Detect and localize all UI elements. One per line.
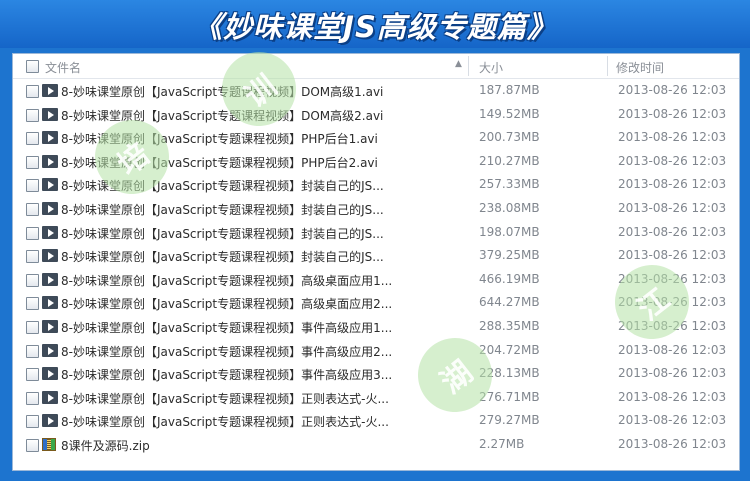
file-type-icon bbox=[42, 367, 58, 381]
row-checkbox[interactable] bbox=[26, 132, 39, 146]
file-name[interactable]: 8-妙味课堂原创【JavaScript专题课程视频】事件高级应用1... bbox=[61, 319, 392, 336]
file-modified-date: 2013-08-26 12:03 bbox=[618, 153, 727, 168]
file-row[interactable]: 8课件及源码.zip 2.27MB 2013-08-26 12:03 bbox=[13, 433, 739, 457]
file-type-icon bbox=[42, 84, 58, 97]
file-type-icon bbox=[42, 202, 58, 215]
file-name[interactable]: 8-妙味课堂原创【JavaScript专题课程视频】正则表达式-火... bbox=[61, 413, 389, 430]
file-name[interactable]: 8-妙味课堂原创【JavaScript专题课程视频】事件高级应用2... bbox=[61, 343, 392, 360]
column-divider[interactable] bbox=[468, 56, 469, 76]
file-name[interactable]: 8-妙味课堂原创【JavaScript专题课程视频】封装自己的JS... bbox=[61, 225, 384, 242]
file-size: 279.27MB bbox=[479, 413, 540, 428]
file-modified-date: 2013-08-26 12:03 bbox=[618, 413, 727, 428]
row-checkbox[interactable] bbox=[26, 273, 39, 287]
file-size: 466.19MB bbox=[479, 271, 540, 286]
file-list-panel: 文件名 ▲ 大小 修改时间 8-妙味课堂原创【JavaScript专题课程视频】… bbox=[12, 53, 740, 471]
file-modified-date: 2013-08-26 12:03 bbox=[618, 366, 727, 381]
file-modified-date: 2013-08-26 12:03 bbox=[618, 224, 727, 239]
file-size: 257.33MB bbox=[479, 177, 540, 192]
column-header-size[interactable]: 大小 bbox=[479, 59, 503, 76]
file-type-icon bbox=[42, 249, 58, 263]
file-type-icon bbox=[42, 107, 58, 121]
file-row[interactable]: 8-妙味课堂原创【JavaScript专题课程视频】DOM高级1.avi187.… bbox=[13, 79, 739, 103]
sort-arrow-up-icon[interactable]: ▲ bbox=[455, 59, 462, 69]
file-size: 187.87MB bbox=[479, 83, 540, 97]
file-name[interactable]: 8-妙味课堂原创【JavaScript专题课程视频】高级桌面应用1... bbox=[61, 272, 392, 289]
file-row[interactable]: 8-妙味课堂原创【JavaScript专题课程视频】正则表达式-火... 279.… bbox=[13, 409, 739, 433]
row-checkbox[interactable] bbox=[26, 226, 39, 240]
file-type-icon bbox=[42, 343, 58, 357]
file-size: 210.27MB bbox=[479, 153, 540, 168]
file-size: 2.27MB bbox=[479, 437, 525, 451]
file-type-icon bbox=[42, 390, 58, 404]
file-name[interactable]: 8-妙味课堂原创【JavaScript专题课程视频】DOM高级2.avi bbox=[61, 107, 383, 124]
file-type-icon bbox=[42, 178, 58, 192]
file-type-icon bbox=[42, 272, 58, 286]
file-modified-date: 2013-08-26 12:03 bbox=[618, 83, 727, 97]
select-all-checkbox[interactable] bbox=[26, 60, 39, 73]
row-checkbox[interactable] bbox=[26, 344, 39, 358]
file-name[interactable]: 8-妙味课堂原创【JavaScript专题课程视频】正则表达式-火... bbox=[61, 390, 389, 407]
file-modified-date: 2013-08-26 12:03 bbox=[618, 106, 727, 121]
file-size: 149.52MB bbox=[479, 106, 540, 121]
row-checkbox[interactable] bbox=[26, 391, 39, 405]
file-row[interactable]: 8-妙味课堂原创【JavaScript专题课程视频】封装自己的JS... 198.… bbox=[13, 221, 739, 245]
banner-title: 《妙味课堂JS高级专题篇》 bbox=[193, 10, 557, 44]
file-size: 238.08MB bbox=[479, 201, 540, 215]
file-name[interactable]: 8-妙味课堂原创【JavaScript专题课程视频】封装自己的JS... bbox=[61, 201, 384, 218]
title-banner: 《妙味课堂JS高级专题篇》 bbox=[0, 0, 750, 48]
file-type-icon bbox=[42, 131, 58, 145]
column-header-modified[interactable]: 修改时间 bbox=[616, 59, 664, 76]
file-name[interactable]: 8课件及源码.zip bbox=[61, 437, 150, 454]
column-divider[interactable] bbox=[607, 56, 608, 76]
file-type-icon bbox=[42, 414, 58, 428]
file-type-icon bbox=[42, 154, 58, 168]
file-size: 644.27MB bbox=[479, 295, 540, 310]
row-checkbox[interactable] bbox=[26, 85, 39, 98]
row-checkbox[interactable] bbox=[26, 368, 39, 382]
file-row[interactable]: 8-妙味课堂原创【JavaScript专题课程视频】事件高级应用3... 228.… bbox=[13, 362, 739, 386]
file-type-icon bbox=[42, 225, 58, 239]
file-modified-date: 2013-08-26 12:03 bbox=[618, 437, 727, 451]
file-name[interactable]: 8-妙味课堂原创【JavaScript专题课程视频】事件高级应用3... bbox=[61, 366, 392, 383]
file-type-icon bbox=[42, 438, 56, 451]
file-name[interactable]: 8-妙味课堂原创【JavaScript专题课程视频】高级桌面应用2... bbox=[61, 295, 392, 312]
row-checkbox[interactable] bbox=[26, 297, 39, 311]
file-name[interactable]: 8-妙味课堂原创【JavaScript专题课程视频】封装自己的JS... bbox=[61, 248, 384, 265]
row-checkbox[interactable] bbox=[26, 321, 39, 334]
file-modified-date: 2013-08-26 12:03 bbox=[618, 130, 727, 145]
row-checkbox[interactable] bbox=[26, 250, 39, 264]
file-row[interactable]: 8-妙味课堂原创【JavaScript专题课程视频】事件高级应用2... 204.… bbox=[13, 339, 739, 363]
file-size: 379.25MB bbox=[479, 248, 540, 263]
row-checkbox[interactable] bbox=[26, 108, 39, 122]
file-modified-date: 2013-08-26 12:03 bbox=[618, 248, 727, 263]
row-checkbox[interactable] bbox=[26, 415, 39, 429]
file-modified-date: 2013-08-26 12:03 bbox=[618, 177, 727, 192]
file-type-icon bbox=[42, 320, 58, 333]
column-header-row: 文件名 ▲ 大小 修改时间 bbox=[13, 54, 739, 79]
file-type-icon bbox=[42, 296, 58, 310]
file-row[interactable]: 8-妙味课堂原创【JavaScript专题课程视频】封装自己的JS... 379.… bbox=[13, 244, 739, 268]
file-row[interactable]: 8-妙味课堂原创【JavaScript专题课程视频】正则表达式-火... 276.… bbox=[13, 386, 739, 410]
row-checkbox[interactable] bbox=[26, 203, 39, 216]
file-size: 198.07MB bbox=[479, 224, 540, 239]
file-modified-date: 2013-08-26 12:03 bbox=[618, 342, 727, 357]
file-modified-date: 2013-08-26 12:03 bbox=[618, 389, 727, 404]
file-row[interactable]: 8-妙味课堂原创【JavaScript专题课程视频】封装自己的JS... 238.… bbox=[13, 197, 739, 221]
row-checkbox[interactable] bbox=[26, 155, 39, 169]
file-size: 204.72MB bbox=[479, 342, 540, 357]
file-size: 200.73MB bbox=[479, 130, 540, 145]
row-checkbox[interactable] bbox=[26, 179, 39, 193]
file-modified-date: 2013-08-26 12:03 bbox=[618, 201, 727, 215]
file-size: 288.35MB bbox=[479, 319, 540, 333]
column-header-name[interactable]: 文件名 bbox=[45, 59, 81, 76]
row-checkbox[interactable] bbox=[26, 439, 39, 452]
